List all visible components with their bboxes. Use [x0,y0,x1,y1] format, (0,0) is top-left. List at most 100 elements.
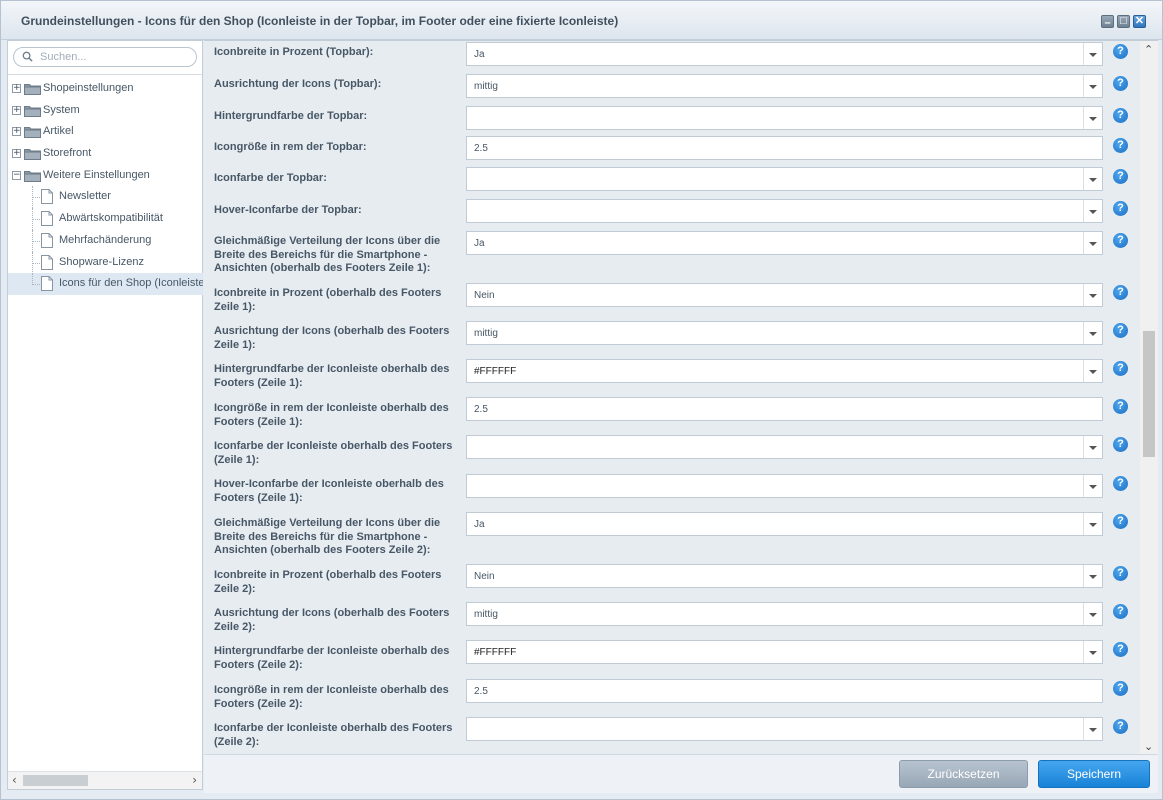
save-button[interactable]: Speichern [1038,760,1150,788]
scroll-left-icon[interactable]: ‹ [12,773,17,787]
search-box[interactable] [13,47,197,67]
dropdown-arrow-icon[interactable] [1083,168,1102,190]
tree-divider [8,74,202,75]
maximize-icon: □ [1120,15,1127,27]
sidebar-scroll-thumb[interactable] [23,775,88,786]
scroll-up-icon[interactable]: ⌃ [1144,43,1153,56]
close-button[interactable]: ✕ [1133,15,1146,28]
expand-toggle-icon[interactable]: + [12,84,21,93]
text-field[interactable]: 2.5 [466,136,1103,160]
select-field[interactable] [466,199,1103,223]
help-icon[interactable]: ? [1113,642,1128,657]
dropdown-arrow-icon[interactable] [1083,641,1102,663]
dropdown-arrow-icon[interactable] [1083,360,1102,382]
tree-leaf[interactable]: Newsletter [8,186,203,209]
expand-toggle-icon[interactable]: + [12,127,21,137]
help-icon[interactable]: ? [1113,604,1128,619]
scroll-right-icon[interactable]: › [192,773,197,787]
search-input[interactable] [40,50,190,64]
field-label: Hintergrundfarbe der Iconleiste oberhalb… [214,645,450,671]
text-field[interactable]: 2.5 [466,397,1103,421]
tree-leaf[interactable]: Mehrfachänderung [8,229,203,252]
form-scroll-thumb[interactable] [1143,331,1155,457]
window-titlebar[interactable]: Grundeinstellungen - Icons für den Shop … [1,1,1162,40]
field-label: Hintergrundfarbe der Topbar: [214,110,368,122]
tree-folder[interactable]: − Weitere Einstellungen [8,165,203,187]
dropdown-arrow-icon[interactable] [1083,603,1102,625]
select-field[interactable]: mittig [466,321,1103,345]
select-field[interactable]: Ja [466,512,1103,536]
reset-button[interactable]: Zurücksetzen [899,760,1028,788]
expand-toggle-icon[interactable]: − [12,170,21,180]
field-label: Iconfarbe der Iconleiste oberhalb des Fo… [214,722,453,748]
text-field[interactable]: 2.5 [466,679,1103,703]
expand-toggle-icon[interactable]: + [12,149,21,159]
help-icon[interactable]: ? [1113,437,1128,452]
select-field[interactable] [466,717,1103,741]
help-icon[interactable]: ? [1113,399,1128,414]
select-field[interactable]: Ja [466,231,1103,255]
tree-leaf[interactable]: Icons für den Shop (Iconleiste [8,273,203,295]
tree-connector [32,240,40,242]
sidebar-horizontal-scrollbar[interactable]: ‹ › [8,771,202,789]
tree-folder[interactable]: + Shopeinstellungen [8,78,203,100]
dropdown-arrow-icon[interactable] [1083,718,1102,740]
select-field[interactable]: #FFFFFF [466,640,1103,664]
field-value: mittig [474,328,498,339]
select-field[interactable]: Nein [466,564,1103,588]
dropdown-arrow-icon[interactable] [1083,436,1102,458]
document-icon [41,254,53,270]
select-field[interactable] [466,435,1103,459]
help-icon[interactable]: ? [1113,476,1128,491]
help-icon[interactable]: ? [1113,323,1128,338]
select-field[interactable]: Ja [466,42,1103,66]
tree-leaf[interactable]: Shopware-Lizenz [8,251,203,274]
minimize-button[interactable]: – [1101,15,1114,29]
dropdown-arrow-icon[interactable] [1083,43,1102,65]
select-field[interactable] [466,167,1103,191]
tree-leaf[interactable]: Abwärtskompatibilität [8,208,203,230]
help-icon[interactable]: ? [1113,44,1128,59]
tree-connector [32,197,40,199]
select-field[interactable]: Nein [466,283,1103,307]
dropdown-arrow-icon[interactable] [1083,513,1102,535]
form-vertical-scrollbar[interactable]: ⌃ ⌄ [1140,41,1158,755]
tree-folder[interactable]: + System [8,100,203,122]
help-icon[interactable]: ? [1113,108,1128,123]
maximize-button[interactable]: □ [1117,15,1130,28]
dropdown-arrow-icon[interactable] [1083,107,1102,129]
help-icon[interactable]: ? [1113,719,1128,734]
help-icon[interactable]: ? [1113,681,1128,696]
dropdown-arrow-icon[interactable] [1083,475,1102,497]
help-icon[interactable]: ? [1113,138,1128,153]
dropdown-arrow-icon[interactable] [1083,232,1102,254]
dropdown-arrow-icon[interactable] [1083,75,1102,97]
field-value: Ja [474,519,485,530]
select-field[interactable] [466,106,1103,130]
select-field[interactable]: #FFFFFF [466,359,1103,383]
select-field[interactable]: mittig [466,602,1103,626]
field-value: mittig [474,81,498,92]
help-icon[interactable]: ? [1113,201,1128,216]
help-icon[interactable]: ? [1113,233,1128,248]
help-icon[interactable]: ? [1113,566,1128,581]
field-label: Icongröße in rem der Iconleiste oberhalb… [214,684,449,710]
dropdown-arrow-icon[interactable] [1083,284,1102,306]
dropdown-arrow-icon[interactable] [1083,565,1102,587]
help-icon[interactable]: ? [1113,514,1128,529]
form-footer: Zurücksetzen Speichern [204,754,1158,793]
help-icon[interactable]: ? [1113,76,1128,91]
tree-folder-label: Shopeinstellungen [43,82,134,94]
field-label: Gleichmäßige Verteilung der Icons über d… [214,517,441,557]
help-icon[interactable]: ? [1113,169,1128,184]
select-field[interactable]: mittig [466,74,1103,98]
tree-folder[interactable]: + Storefront [8,143,203,165]
tree-folder[interactable]: + Artikel [8,121,203,143]
help-icon[interactable]: ? [1113,285,1128,300]
select-field[interactable] [466,474,1103,498]
expand-toggle-icon[interactable]: + [12,105,21,115]
help-icon[interactable]: ? [1113,361,1128,376]
dropdown-arrow-icon[interactable] [1083,200,1102,222]
dropdown-arrow-icon[interactable] [1083,322,1102,344]
scroll-down-icon[interactable]: ⌄ [1144,740,1153,753]
